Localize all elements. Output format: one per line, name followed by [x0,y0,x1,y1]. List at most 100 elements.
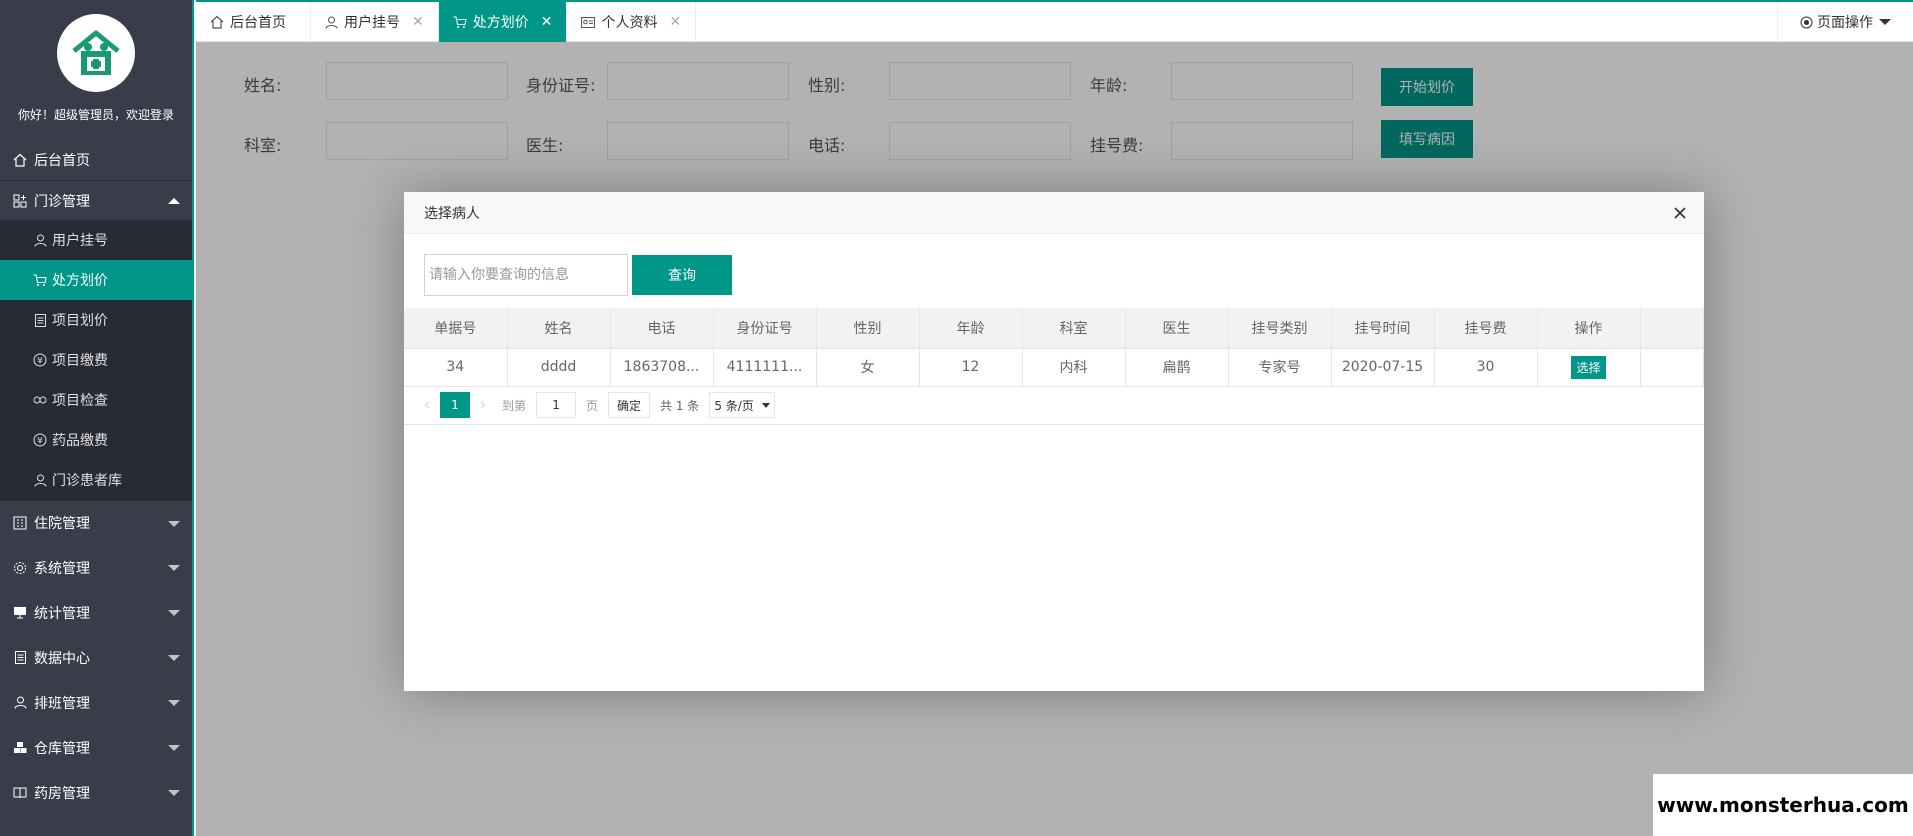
divider [404,424,1704,425]
patient-table: 单据号 姓名 电话 身份证号 性别 年龄 科室 医生 挂号类别 挂号时间 挂号费… [404,308,1704,387]
page-size-value: 5 条/页 [714,398,754,413]
nav-outpatient[interactable]: 门诊管理 [0,180,192,220]
goto-label: 到第 [502,398,527,413]
column-header[interactable]: 医生 [1125,308,1229,349]
modal-header: 选择病人 [404,192,1704,234]
cell-age: 12 [919,348,1023,387]
caret-down-icon [168,521,180,527]
cell-phone: 1863708... [610,348,714,387]
radio-icon [1800,16,1813,29]
chevron-down-icon [761,402,770,408]
tab-label: 个人资料 [601,15,658,31]
cart-icon [32,272,48,288]
tab-register[interactable]: 用户挂号 ✕ [311,2,439,42]
sidebar: 你好！超级管理员，欢迎登录 后台首页 门诊管理 用户挂号 处方划价 项目划价 ¥… [0,0,194,836]
hospital-logo [57,14,135,92]
close-icon[interactable] [1670,203,1690,223]
nav-inpatient[interactable]: 住院管理 [0,500,192,545]
column-header[interactable]: 挂号时间 [1331,308,1435,349]
tab-label: 用户挂号 [344,15,400,31]
tab-bar: 后台首页 用户挂号 ✕ 处方划价 ✕ 个人资料 ✕ 页面操作 [196,0,1913,42]
building-icon [12,515,28,531]
nav-pharmacy[interactable]: 药房管理 [0,770,192,815]
column-header[interactable]: 性别 [816,308,920,349]
current-page[interactable]: 1 [440,392,470,418]
nav-warehouse-label: 仓库管理 [34,740,90,757]
nav-data-label: 数据中心 [34,650,90,667]
sidebar-item-register[interactable]: 用户挂号 [0,220,192,260]
cell-name: dddd [507,348,611,387]
sidebar-item-label: 药品缴费 [52,433,108,449]
user-icon [12,695,28,711]
svg-text:¥: ¥ [37,357,43,367]
caret-down-icon [168,610,180,616]
column-header[interactable]: 操作 [1537,308,1641,349]
caret-down-icon [1879,19,1891,25]
user-icon [32,232,48,248]
boxes-icon [12,740,28,756]
page-size-select[interactable]: 5 条/页 [709,392,775,418]
column-header-empty [1640,308,1704,349]
nav-home[interactable]: 后台首页 [0,140,192,180]
svg-text:¥: ¥ [37,437,43,447]
column-header[interactable]: 单据号 [404,308,508,349]
pagination: ‹ 1 › 到第 1 页 确定 共 1 条 5 条/页 [414,390,775,420]
select-button[interactable]: 选择 [1571,355,1606,379]
page-ops-dropdown[interactable]: 页面操作 [1777,2,1913,42]
caret-down-icon [168,565,180,571]
nav-stats[interactable]: 统计管理 [0,590,192,635]
sidebar-item-project-price[interactable]: 项目划价 [0,300,192,340]
document-icon [12,650,28,666]
sidebar-item-prescription[interactable]: 处方划价 [0,260,192,300]
nav-inpatient-label: 住院管理 [34,516,90,532]
page-ops-label: 页面操作 [1817,15,1873,31]
close-icon[interactable]: ✕ [541,14,553,30]
sidebar-item-project-check[interactable]: 项目检查 [0,380,192,420]
cart-icon [453,16,467,29]
cell-type: 专家号 [1228,348,1332,387]
sidebar-item-label: 项目划价 [52,313,108,329]
sidebar-item-drug-pay[interactable]: ¥ 药品缴费 [0,420,192,460]
tab-profile[interactable]: 个人资料 ✕ [567,2,697,42]
column-header[interactable]: 挂号费 [1434,308,1538,349]
prev-page-icon[interactable]: ‹ [414,397,440,413]
nav-schedule[interactable]: 排班管理 [0,680,192,725]
monitor-icon [12,605,28,621]
nav-schedule-label: 排班管理 [34,695,90,712]
column-header[interactable]: 科室 [1022,308,1126,349]
search-button[interactable]: 查询 [632,255,732,295]
search-input[interactable] [424,254,628,296]
nav-warehouse[interactable]: 仓库管理 [0,725,192,770]
table-header-row: 单据号 姓名 电话 身份证号 性别 年龄 科室 医生 挂号类别 挂号时间 挂号费… [404,308,1704,349]
sidebar-item-patient-db[interactable]: 门诊患者库 [0,460,192,500]
tab-home[interactable]: 后台首页 [196,2,311,42]
select-patient-modal: 选择病人 查询 单据号 姓名 电话 身份证号 性别 年龄 科室 医生 挂号类 [404,192,1704,691]
next-page-icon[interactable]: › [470,397,496,413]
close-icon[interactable]: ✕ [669,14,681,30]
sidebar-item-project-pay[interactable]: ¥ 项目缴费 [0,340,192,380]
caret-up-icon [168,198,180,204]
cell-fee: 30 [1434,348,1538,387]
column-header[interactable]: 电话 [610,308,714,349]
sidebar-item-label: 项目缴费 [52,353,108,369]
tab-prescription[interactable]: 处方划价 ✕ [438,2,568,42]
column-header[interactable]: 年龄 [919,308,1023,349]
column-header[interactable]: 挂号类别 [1228,308,1332,349]
nav-system[interactable]: 系统管理 [0,545,192,590]
column-header[interactable]: 身份证号 [713,308,817,349]
outpatient-submenu: 用户挂号 处方划价 项目划价 ¥ 项目缴费 项目检查 ¥ 药品缴费 门诊患者库 [0,220,192,500]
apps-icon [12,193,28,209]
column-header[interactable]: 姓名 [507,308,611,349]
table-row[interactable]: 34 dddd 1863708... 4111111... 女 12 内科 扁鹊… [404,348,1704,387]
goto-page-input[interactable]: 1 [536,392,577,418]
nav-system-label: 系统管理 [34,560,90,577]
total-count: 共 1 条 [660,398,700,413]
caret-down-icon [168,655,180,661]
close-icon[interactable]: ✕ [412,14,424,30]
person-icon [32,472,48,488]
nav-data[interactable]: 数据中心 [0,635,192,680]
goto-confirm-button[interactable]: 确定 [608,392,651,418]
cell-idcard: 4111111... [713,348,817,387]
nav-outpatient-label: 门诊管理 [34,193,90,210]
cell-id: 34 [404,348,508,387]
